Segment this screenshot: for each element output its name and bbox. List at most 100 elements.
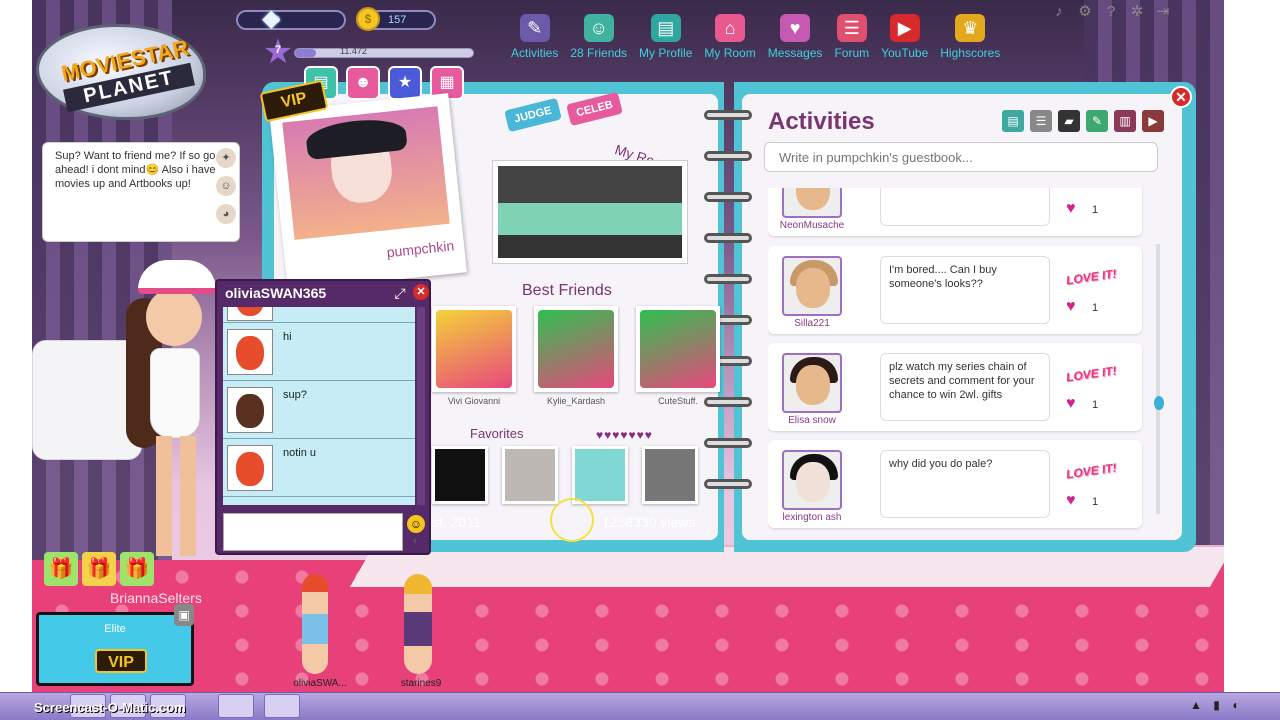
bubble-actions: ✦ ☺ ◕	[212, 148, 240, 224]
smiley-icon[interactable]: ☺	[407, 515, 425, 533]
chat-avatar	[227, 387, 273, 433]
love-it-button[interactable]: LOVE IT!	[1065, 364, 1117, 385]
level-number: 7	[274, 44, 282, 56]
dance-icon[interactable]: ✦	[216, 148, 236, 168]
guestbook-input[interactable]	[764, 142, 1158, 172]
messages-icon: ♥	[780, 14, 811, 42]
clapper-icon[interactable]: ▰	[1058, 110, 1080, 132]
pet-icon[interactable]: ◕	[216, 204, 236, 224]
heart-count: 1	[1092, 302, 1099, 314]
best-friend-item[interactable]: Kylie_Kardash	[534, 306, 618, 406]
activity-scrollbar[interactable]	[1156, 244, 1160, 514]
chat-icon[interactable]: ☰	[1030, 110, 1052, 132]
room-avatar-olivia[interactable]	[302, 574, 328, 674]
tab-looks-icon[interactable]: ☻	[346, 66, 380, 100]
volume-icon[interactable]: ♪	[1048, 2, 1070, 22]
vip-status-panel[interactable]: Elite VIP	[36, 612, 194, 686]
taskbar-app-button[interactable]	[218, 694, 254, 718]
nav-youtube[interactable]: ▶ YouTube	[878, 14, 931, 66]
chat-close-button[interactable]: ✕	[413, 284, 429, 300]
player-avatar[interactable]	[108, 260, 218, 580]
gift-boxes: 🎁 🎁 🎁	[44, 552, 154, 586]
taskbar-app-button[interactable]	[264, 694, 300, 718]
notes-icon[interactable]: ▤	[1002, 110, 1024, 132]
profile-username: pumpchkin	[385, 237, 455, 261]
activity-username[interactable]: Elisa snow	[768, 415, 856, 426]
gear-icon[interactable]: ✲	[1126, 2, 1148, 22]
nav-forum[interactable]: ☰ Forum	[831, 14, 872, 66]
help-icon[interactable]: ?	[1100, 2, 1122, 22]
chat-scrollbar[interactable]	[417, 307, 425, 505]
nav-my-profile[interactable]: ▤ My Profile	[636, 14, 695, 66]
heart-icon: ♥	[1066, 395, 1076, 412]
chat-log: hi sup? notin u	[223, 307, 415, 505]
pencil-icon[interactable]: ✎	[1086, 110, 1108, 132]
profile-views: 1258330 views	[602, 514, 696, 530]
diamonds-counter: 0	[236, 10, 346, 30]
nav-my-room[interactable]: ⌂ My Room	[701, 14, 758, 66]
fame-progress-bar	[294, 48, 474, 58]
coin-icon: $	[356, 7, 380, 31]
room-avatar-starines[interactable]	[404, 574, 432, 674]
scroll-thumb[interactable]	[1154, 396, 1164, 410]
love-it-button[interactable]: LOVE IT!	[1065, 461, 1117, 482]
chat-title: oliviaSWAN365	[225, 285, 327, 301]
settings-icon[interactable]: ⚙	[1074, 2, 1096, 22]
favorites-heading: Favorites	[470, 426, 524, 441]
chat-message: hi	[223, 323, 415, 381]
best-friends-list: Vivi Giovanni Kylie_Kardash CuteStuff.	[432, 306, 720, 406]
activity-avatar[interactable]	[782, 450, 842, 510]
heart-count: 1	[1092, 496, 1099, 508]
nav-highscores[interactable]: ♛ Highscores	[937, 14, 1003, 66]
favorite-item[interactable]	[502, 446, 558, 504]
main-nav: ✎ Activities ☺ 28 Friends ▤ My Profile ⌂ My …	[508, 14, 1003, 66]
face-icon[interactable]: ☺	[216, 176, 236, 196]
fame-value: 11.472	[340, 46, 367, 56]
nav-messages[interactable]: ♥ Messages	[765, 14, 826, 66]
favorite-item[interactable]	[572, 446, 628, 504]
expand-icon[interactable]: ⤢	[391, 284, 409, 302]
nav-activities[interactable]: ✎ Activities	[508, 14, 561, 66]
my-room-thumbnail[interactable]	[492, 160, 688, 264]
room-avatar-name: oliviaSWA...	[293, 678, 347, 689]
system-tray: ▲ ▮ ◖	[1190, 698, 1243, 712]
activity-avatar[interactable]	[782, 353, 842, 413]
favorite-item[interactable]	[432, 446, 488, 504]
youtube-icon[interactable]: ▶	[1142, 110, 1164, 132]
activity-avatar[interactable]	[782, 188, 842, 218]
activity-username[interactable]: Silla221	[768, 318, 856, 329]
close-button[interactable]: ✕	[1170, 86, 1192, 108]
profile-icon: ▤	[650, 14, 681, 42]
vip-badge: VIP	[95, 649, 147, 673]
chat-avatar	[227, 329, 273, 375]
activity-username[interactable]: lexington ash	[768, 512, 856, 523]
gift-icon[interactable]: 🎁	[82, 552, 116, 586]
activity-username[interactable]: NeonMusache	[768, 220, 856, 231]
best-friend-item[interactable]: CuteStuff.	[636, 306, 720, 406]
logout-icon[interactable]: ⇥	[1152, 2, 1174, 22]
activity-entry: Silla221 I'm bored.... Can I buy someone…	[768, 246, 1142, 334]
activities-filters: ▤ ☰ ▰ ✎ ▥ ▶	[1002, 110, 1164, 132]
love-it-button[interactable]: LOVE IT!	[1065, 267, 1117, 288]
moviestarplanet-logo: MOVIESTAR PLANET	[36, 24, 206, 120]
system-icons: ♪ ⚙ ? ✲ ⇥	[1048, 2, 1174, 22]
color-picker-icon[interactable]: ◐	[407, 535, 425, 551]
profile-picture[interactable]: pumpchkin	[269, 93, 467, 291]
gift-icon[interactable]: 🎁	[120, 552, 154, 586]
cursor-highlight	[550, 498, 594, 542]
gift-icon[interactable]: 🎁	[44, 552, 78, 586]
activity-message	[880, 188, 1050, 226]
room-icon: ⌂	[715, 14, 746, 42]
best-friend-item[interactable]: Vivi Giovanni	[432, 306, 516, 406]
room-avatar-name: starines9	[400, 678, 442, 689]
nav-friends[interactable]: ☺ 28 Friends	[567, 14, 630, 66]
tab-awards-icon[interactable]: ★	[388, 66, 422, 100]
youtube-icon: ▶	[889, 14, 920, 42]
activity-entry: Elisa snow plz watch my series chain of …	[768, 343, 1142, 431]
activity-avatar[interactable]	[782, 256, 842, 316]
favorite-item[interactable]	[642, 446, 698, 504]
artbook-icon[interactable]: ▥	[1114, 110, 1136, 132]
chat-input[interactable]	[223, 513, 403, 551]
activities-title: Activities	[768, 108, 875, 135]
hearts-row: ♥♥♥♥♥♥♥	[596, 428, 653, 442]
